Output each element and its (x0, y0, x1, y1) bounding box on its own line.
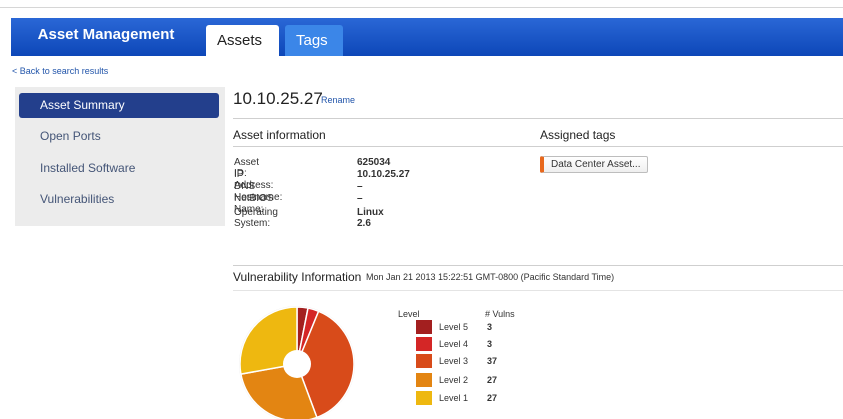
divider (233, 118, 843, 119)
legend-swatch (416, 373, 432, 387)
tab-assets[interactable]: Assets (206, 25, 279, 56)
sidebar-item-asset-summary[interactable]: Asset Summary (19, 93, 219, 118)
back-to-search-link[interactable]: < Back to search results (12, 66, 108, 76)
netbios-name-value: – (357, 193, 363, 204)
top-frame (0, 0, 843, 8)
legend-level-label: Level 2 (439, 375, 469, 385)
legend-swatch (416, 320, 432, 334)
legend-level-count: 27 (487, 393, 498, 403)
divider (233, 146, 843, 147)
pie-center-hole (283, 350, 311, 378)
operating-system-value: Linux 2.6 (357, 207, 384, 229)
divider (233, 290, 843, 291)
divider (233, 265, 843, 266)
rename-link[interactable]: Rename (321, 95, 355, 105)
asset-id-value: 625034 (357, 157, 391, 168)
app-brand: Asset Management (37, 26, 175, 43)
vulnerability-pie-chart (239, 306, 355, 419)
legend-swatch (416, 337, 432, 351)
legend-level-count: 37 (487, 356, 498, 366)
sidebar-item-vulnerabilities[interactable]: Vulnerabilities (19, 187, 219, 212)
legend-swatch (416, 354, 432, 368)
asset-title: 10.10.25.27 (233, 89, 323, 108)
legend-level-label: Level 4 (439, 339, 469, 349)
sidebar-item-open-ports[interactable]: Open Ports (19, 124, 219, 149)
legend-level-count: 27 (487, 375, 498, 385)
vulnerability-heading: Vulnerability Information (233, 270, 362, 284)
legend-level-label: Level 1 (439, 393, 469, 403)
sidebar-item-installed-software[interactable]: Installed Software (19, 156, 219, 181)
tab-tags[interactable]: Tags (285, 25, 343, 56)
vulnerability-timestamp: Mon Jan 21 2013 15:22:51 GMT-0800 (Pacif… (366, 272, 615, 282)
asset-info-heading: Asset information (233, 128, 326, 142)
tag-chip-data-center-asset[interactable]: Data Center Asset... (540, 156, 648, 173)
operating-system-label: Operating System: (234, 207, 278, 229)
dns-hostname-value: – (357, 181, 363, 192)
legend-count-header: # Vulns (485, 309, 515, 319)
legend-level-count: 3 (487, 322, 493, 332)
legend-level-count: 3 (487, 339, 493, 349)
legend-level-label: Level 5 (439, 322, 469, 332)
app-header: Asset Management Assets Tags (11, 18, 843, 56)
ip-address-value: 10.10.25.27 (357, 169, 410, 180)
legend-level-header: Level (398, 309, 420, 319)
sidebar: Asset Summary Open Ports Installed Softw… (15, 87, 225, 226)
assigned-tags-heading: Assigned tags (540, 128, 616, 142)
legend-level-label: Level 3 (439, 356, 469, 366)
legend-swatch (416, 391, 432, 405)
